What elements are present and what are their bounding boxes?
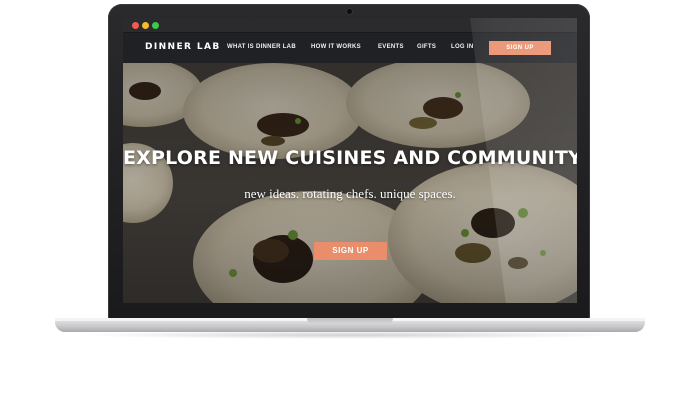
close-window-icon[interactable] [132, 22, 139, 29]
hero-subtitle: new ideas. rotating chefs. unique spaces… [244, 186, 456, 201]
nav-what-is-dinner-lab[interactable]: WHAT IS DINNER LAB [227, 44, 296, 50]
laptop-shadow [75, 331, 625, 339]
nav-sign-up-button[interactable]: SIGN UP [489, 41, 551, 55]
nav-log-in[interactable]: LOG IN [451, 44, 473, 50]
dinner-lab-logo[interactable]: DINNER LAB [145, 42, 221, 52]
browser-titlebar [123, 18, 577, 33]
webcam-icon [347, 9, 352, 14]
site-navbar: DINNER LAB WHAT IS DINNER LAB HOW IT WOR… [123, 33, 577, 63]
hero-title: EXPLORE NEW CUISINES AND COMMUNITY [123, 147, 577, 169]
hero-section: EXPLORE NEW CUISINES AND COMMUNITY new i… [123, 63, 577, 303]
maximize-window-icon[interactable] [152, 22, 159, 29]
laptop-screen: DINNER LAB WHAT IS DINNER LAB HOW IT WOR… [123, 18, 577, 303]
minimize-window-icon[interactable] [142, 22, 149, 29]
hero-background-photo [123, 63, 577, 303]
nav-events[interactable]: EVENTS [378, 44, 404, 50]
hero-sign-up-button[interactable]: SIGN UP [314, 242, 387, 260]
nav-gifts[interactable]: GIFTS [417, 44, 436, 50]
nav-how-it-works[interactable]: HOW IT WORKS [311, 44, 361, 50]
laptop-opening-notch [307, 318, 393, 324]
